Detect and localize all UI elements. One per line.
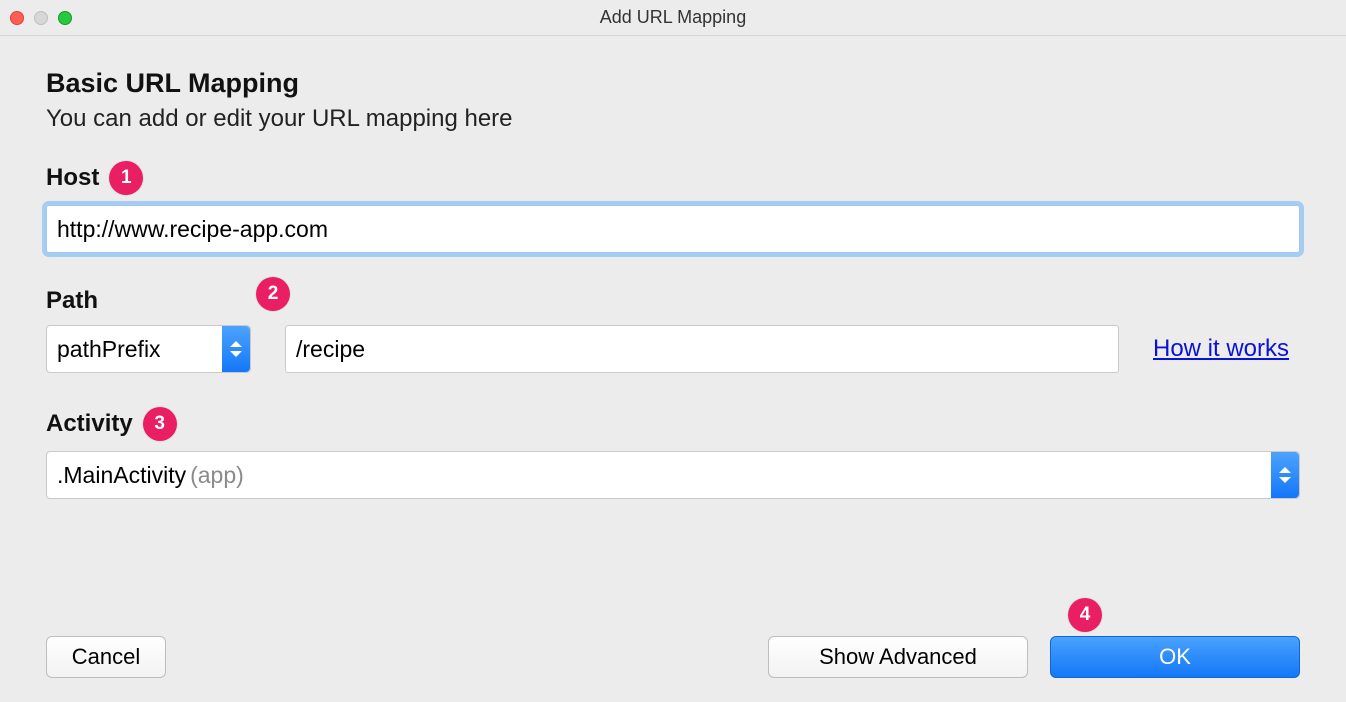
titlebar: Add URL Mapping (0, 0, 1346, 36)
ok-button[interactable]: OK (1050, 636, 1300, 678)
button-row: Cancel Show Advanced 4 OK (46, 596, 1300, 678)
window-title: Add URL Mapping (0, 7, 1346, 28)
path-controls: pathPrefix How it works (46, 325, 1300, 373)
path-type-select[interactable]: pathPrefix (46, 325, 251, 373)
callout-badge-3: 3 (143, 407, 177, 441)
path-label-text: Path (46, 287, 98, 315)
activity-value-main: .MainActivity (57, 462, 186, 489)
callout-badge-4: 4 (1068, 598, 1102, 632)
host-row: Host 1 (46, 161, 1300, 253)
ok-button-wrap: 4 OK (1050, 636, 1300, 678)
path-row: Path 2 pathPrefix How it works (46, 287, 1300, 373)
show-advanced-button[interactable]: Show Advanced (768, 636, 1028, 678)
activity-value-secondary: (app) (190, 462, 244, 489)
activity-label: Activity 3 (46, 407, 1300, 441)
callout-badge-2: 2 (256, 277, 290, 311)
how-it-works-link[interactable]: How it works (1153, 335, 1289, 363)
select-stepper-icon (222, 326, 250, 372)
path-label: Path (46, 287, 1300, 315)
path-type-value: pathPrefix (57, 336, 161, 363)
activity-label-text: Activity (46, 410, 133, 438)
callout-badge-1: 1 (109, 161, 143, 195)
select-stepper-icon (1271, 452, 1299, 498)
path-input[interactable] (285, 325, 1119, 373)
host-input[interactable] (46, 205, 1300, 253)
section-title: Basic URL Mapping (46, 68, 1300, 99)
activity-row: Activity 3 .MainActivity (app) (46, 407, 1300, 499)
cancel-button[interactable]: Cancel (46, 636, 166, 678)
dialog-content: Basic URL Mapping You can add or edit yo… (0, 36, 1346, 702)
host-label: Host 1 (46, 161, 1300, 195)
host-label-text: Host (46, 164, 99, 192)
section-description: You can add or edit your URL mapping her… (46, 105, 1300, 133)
activity-select[interactable]: .MainActivity (app) (46, 451, 1300, 499)
